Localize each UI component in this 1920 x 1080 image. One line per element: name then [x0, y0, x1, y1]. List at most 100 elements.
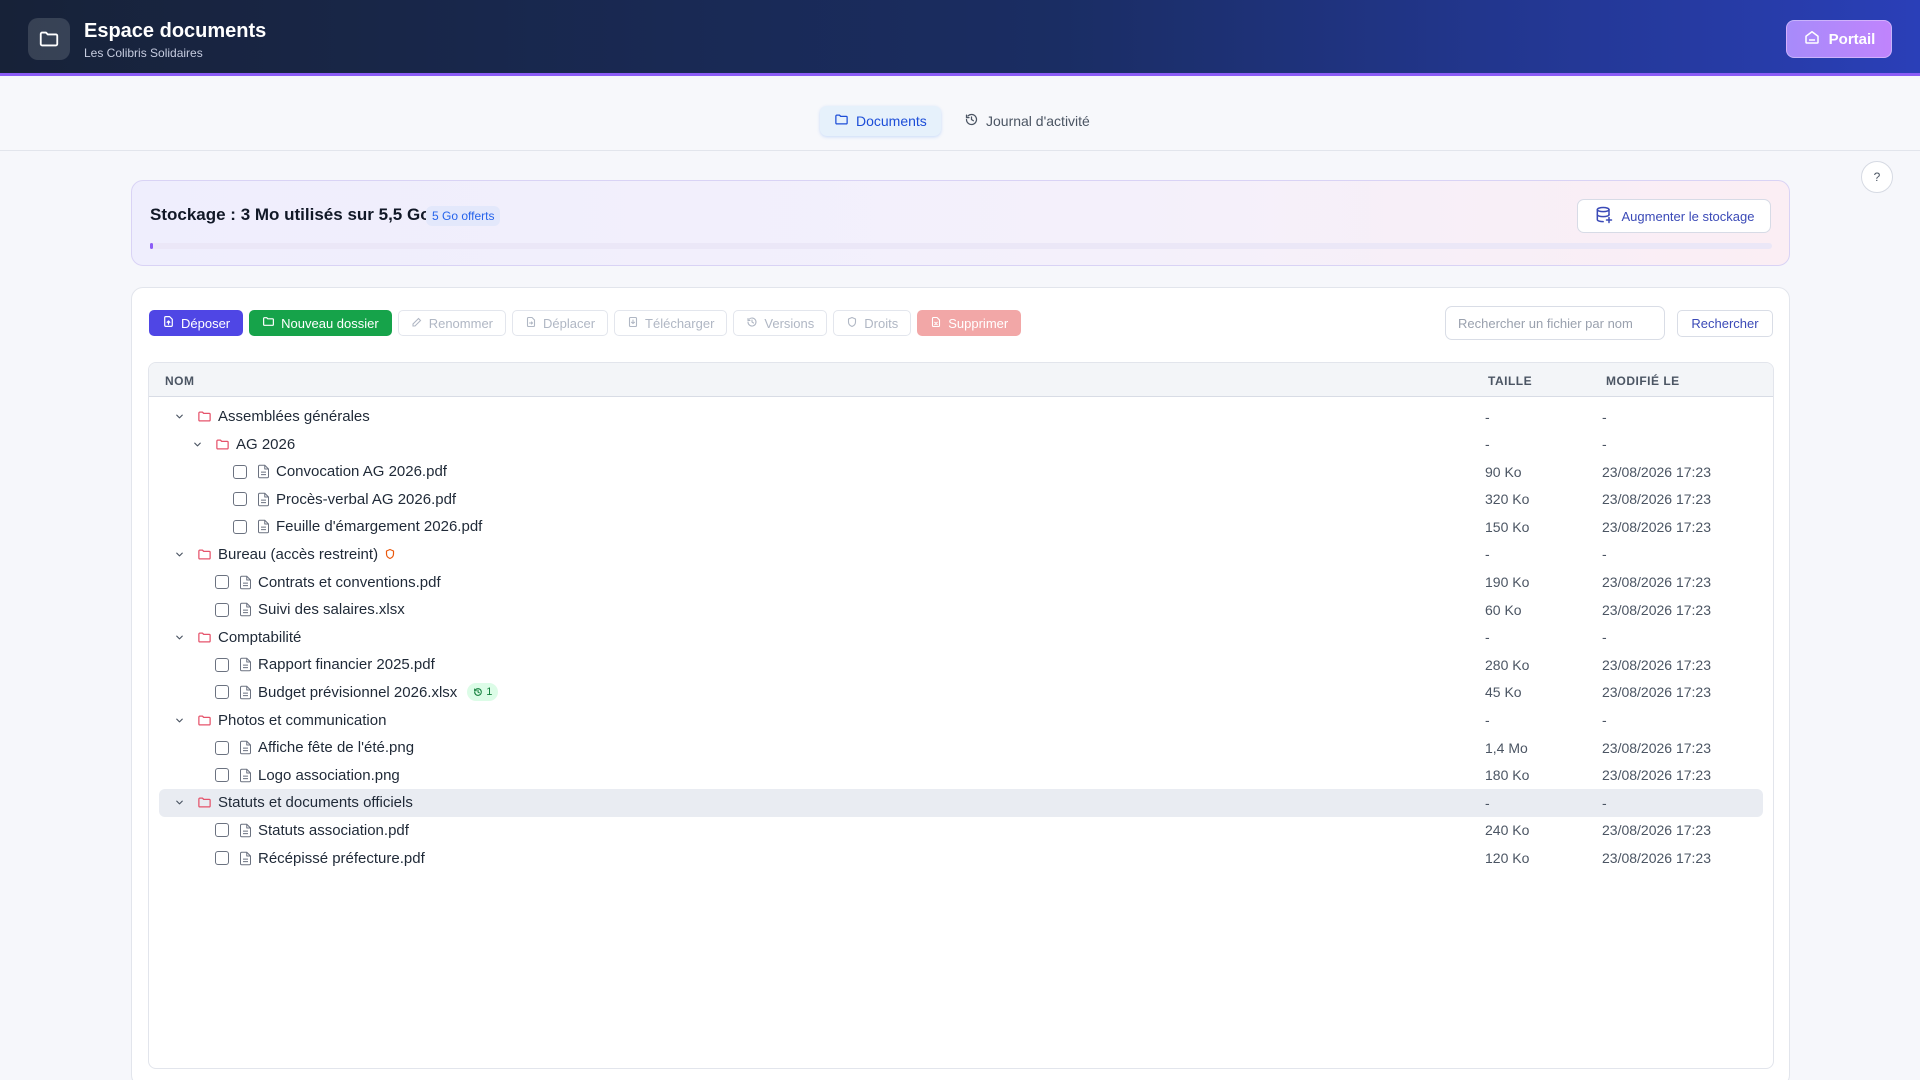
table-body: Assemblées générales - - AG 2026 - - Convocati…	[149, 397, 1773, 872]
upgrade-storage-button[interactable]: Augmenter le stockage	[1577, 199, 1771, 233]
name-cell: Suivi des salaires.xlsx	[215, 596, 405, 623]
size-cell: 90 Ko	[1485, 463, 1522, 480]
file-name: Logo association.png	[258, 766, 400, 784]
folder-icon	[834, 112, 849, 130]
folder-icon	[197, 409, 212, 424]
modified-cell: -	[1602, 629, 1607, 646]
help-button[interactable]: ?	[1861, 161, 1893, 193]
move-button[interactable]: Déplacer	[512, 310, 609, 336]
folder-row[interactable]: Comptabilité - -	[149, 624, 1773, 652]
file-icon	[239, 768, 252, 783]
chevron-down-icon[interactable]	[173, 715, 185, 726]
modified-cell: 23/08/2026 17:23	[1602, 463, 1711, 480]
row-checkbox[interactable]	[215, 657, 229, 672]
folder-row[interactable]: Statuts et documents officiels - -	[159, 789, 1763, 817]
tab-documents[interactable]: Documents	[820, 106, 941, 136]
tabs-bar: Documents Journal d'activité	[0, 79, 1920, 151]
row-checkbox[interactable]	[233, 519, 247, 534]
download-label: Télécharger	[645, 315, 715, 331]
search-button[interactable]: Rechercher	[1677, 310, 1773, 337]
row-checkbox[interactable]	[215, 575, 229, 590]
row-checkbox[interactable]	[215, 685, 229, 700]
file-row[interactable]: Suivi des salaires.xlsx 60 Ko 23/08/2026 1…	[149, 596, 1773, 624]
row-checkbox[interactable]	[215, 602, 229, 617]
file-row[interactable]: Budget prévisionnel 2026.xlsx 1 45 Ko 23/08…	[149, 679, 1773, 707]
chevron-down-icon[interactable]	[173, 797, 185, 808]
shield-icon	[384, 548, 396, 560]
modified-cell: -	[1602, 408, 1607, 425]
modified-cell: -	[1602, 794, 1607, 811]
file-name: Affiche fête de l'été.png	[258, 739, 415, 757]
file-row[interactable]: Récépissé préfecture.pdf 120 Ko 23/08/2026…	[149, 845, 1773, 873]
new-folder-button[interactable]: Nouveau dossier	[249, 310, 392, 336]
file-row[interactable]: Convocation AG 2026.pdf 90 Ko 23/08/2026 1…	[149, 458, 1773, 486]
toolbar: Déposer Nouveau dossier Renommer Déplace…	[149, 310, 1022, 336]
search-input[interactable]	[1445, 306, 1665, 340]
row-checkbox[interactable]	[215, 740, 229, 755]
name-cell: Affiche fête de l'été.png	[215, 734, 414, 761]
upgrade-storage-label: Augmenter le stockage	[1621, 208, 1755, 224]
folder-row[interactable]: Photos et communication - -	[149, 707, 1773, 735]
name-cell: Bureau (accès restreint)	[173, 541, 396, 568]
delete-button[interactable]: Supprimer	[917, 310, 1022, 336]
history-icon	[746, 316, 758, 331]
folder-row[interactable]: Bureau (accès restreint) - -	[149, 541, 1773, 569]
file-row[interactable]: Logo association.png 180 Ko 23/08/2026 17:…	[149, 762, 1773, 790]
versions-button[interactable]: Versions	[733, 310, 828, 336]
folder-row[interactable]: Assemblées générales - -	[149, 403, 1773, 431]
name-cell: Assemblées générales	[173, 403, 370, 430]
row-checkbox[interactable]	[233, 464, 247, 479]
row-checkbox[interactable]	[215, 768, 229, 783]
upload-file-icon	[162, 315, 175, 331]
tab-label: Documents	[856, 113, 927, 129]
name-cell: Feuille d'émargement 2026.pdf	[233, 513, 482, 540]
file-row[interactable]: Statuts association.pdf 240 Ko 23/08/2026 …	[149, 817, 1773, 845]
modified-cell: 23/08/2026 17:23	[1602, 822, 1711, 839]
upload-button[interactable]: Déposer	[149, 310, 244, 336]
modified-cell: 23/08/2026 17:23	[1602, 518, 1711, 535]
size-cell: 60 Ko	[1485, 601, 1522, 618]
file-row[interactable]: Procès-verbal AG 2026.pdf 320 Ko 23/08/202…	[149, 486, 1773, 514]
tab-label: Journal d'activité	[986, 113, 1090, 129]
row-checkbox[interactable]	[215, 823, 229, 838]
version-badge: 1	[467, 683, 499, 702]
documents-panel: Déposer Nouveau dossier Renommer Déplace…	[131, 287, 1790, 1080]
chevron-down-icon[interactable]	[173, 632, 185, 643]
file-name: Convocation AG 2026.pdf	[276, 463, 447, 481]
modified-cell: 23/08/2026 17:23	[1602, 601, 1711, 618]
column-header-modified: MODIFIÉ LE	[1606, 374, 1680, 388]
file-row[interactable]: Contrats et conventions.pdf 190 Ko 23/08/2…	[149, 569, 1773, 597]
file-name: Contrats et conventions.pdf	[258, 573, 441, 591]
folder-icon	[197, 630, 212, 645]
download-button[interactable]: Télécharger	[614, 310, 728, 336]
size-cell: 180 Ko	[1485, 767, 1530, 784]
file-name: Statuts association.pdf	[258, 821, 409, 839]
row-checkbox[interactable]	[233, 492, 247, 507]
tab-activity-log[interactable]: Journal d'activité	[950, 106, 1104, 136]
folder-row[interactable]: AG 2026 - -	[149, 431, 1773, 459]
portal-button[interactable]: Portail	[1786, 20, 1892, 58]
row-checkbox[interactable]	[215, 851, 229, 865]
chevron-down-icon[interactable]	[191, 439, 203, 450]
rename-button[interactable]: Renommer	[397, 310, 506, 336]
size-cell: -	[1485, 712, 1490, 729]
name-cell: Procès-verbal AG 2026.pdf	[233, 486, 456, 513]
modified-cell: 23/08/2026 17:23	[1602, 684, 1711, 701]
folder-name: Statuts et documents officiels	[218, 794, 413, 812]
file-name: Procès-verbal AG 2026.pdf	[276, 490, 457, 508]
chevron-down-icon[interactable]	[173, 411, 185, 422]
file-table: NOM TAILLE MODIFIÉ LE Assemblées général…	[148, 362, 1774, 1069]
folder-icon	[262, 315, 275, 331]
size-cell: -	[1485, 546, 1490, 563]
file-icon	[239, 685, 252, 700]
size-cell: 45 Ko	[1485, 684, 1522, 701]
folder-icon	[197, 713, 212, 728]
file-row[interactable]: Affiche fête de l'été.png 1,4 Mo 23/08/202…	[149, 734, 1773, 762]
file-icon	[257, 519, 270, 534]
file-row[interactable]: Feuille d'émargement 2026.pdf 150 Ko 23/08…	[149, 513, 1773, 541]
versions-label: Versions	[764, 315, 815, 331]
modified-cell: 23/08/2026 17:23	[1602, 767, 1711, 784]
rights-button[interactable]: Droits	[833, 310, 912, 336]
chevron-down-icon[interactable]	[173, 549, 185, 560]
file-row[interactable]: Rapport financier 2025.pdf 280 Ko 23/08/20…	[149, 651, 1773, 679]
